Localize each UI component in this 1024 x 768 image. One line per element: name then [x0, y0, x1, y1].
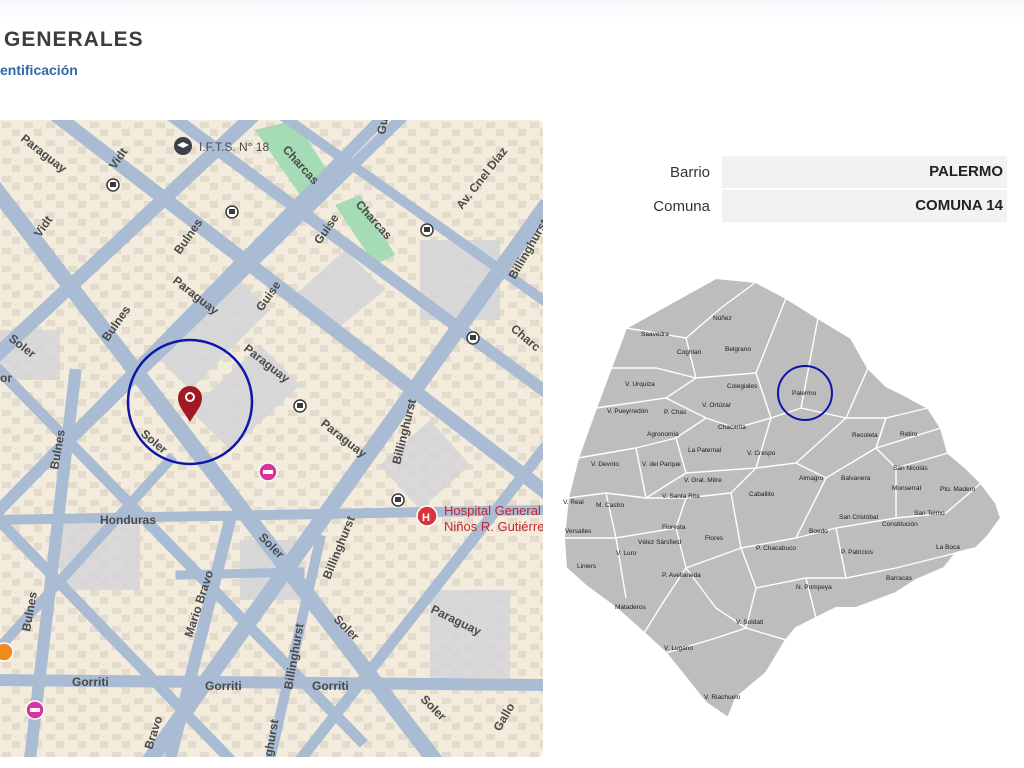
barrio-label: V. Urquiza [625, 381, 655, 388]
barrio-label: Balvanera [841, 475, 871, 482]
restaurant-poi[interactable] [0, 642, 14, 662]
barrio-label: V. Crespo [747, 450, 776, 457]
barrio-label: P. Chas [664, 409, 687, 416]
hotel-poi[interactable] [25, 700, 45, 720]
street-label: or [0, 371, 12, 385]
barrio-label: Chacarita [718, 424, 746, 431]
comuna-value: COMUNA 14 [722, 190, 1007, 222]
hospital-label: Niños R. Gutiérre [444, 519, 543, 534]
barrio-label: Recoleta [852, 432, 878, 439]
barrio-label: V. Luro [616, 550, 637, 557]
barrio-label: V. Real [563, 499, 584, 506]
svg-text:H: H [422, 512, 430, 524]
comunas-map[interactable]: Núñez Saavedra Coghlan Belgrano V. Urqui… [556, 268, 1012, 730]
barrio-label: V. Lugano [664, 645, 693, 652]
barrio-label: Constitución [882, 521, 918, 528]
barrio-label: Colegiales [727, 383, 758, 390]
barrio-label: P. Patricios [841, 549, 874, 556]
barrio-label: San Telmo [914, 510, 945, 517]
comuna-row: Comuna COMUNA 14 [640, 190, 1007, 224]
fork-knife-icon [0, 642, 14, 662]
barrio-label: Boedo [809, 528, 828, 535]
barrio-label: Belgrano [725, 346, 751, 353]
top-bar [0, 0, 1024, 22]
barrio-label: V. Soldati [736, 619, 763, 626]
barrio-label: Flores [705, 535, 724, 542]
hotel-poi[interactable] [258, 462, 278, 482]
barrio-label: V. Pueyrredón [607, 408, 648, 415]
barrio-label: Caballito [749, 491, 775, 498]
barrio-label: V. Devoto [591, 461, 619, 468]
barrio-label: Mataderos [615, 604, 646, 611]
street-label: Gorriti [312, 679, 349, 693]
barrio-label: Coghlan [677, 349, 702, 356]
barrio-label: Saavedra [641, 331, 669, 338]
section-title: GENERALES [4, 28, 144, 51]
barrio-value: PALERMO [722, 156, 1007, 188]
barrio-label: V. Ortúzar [702, 402, 732, 409]
barrio-label: P. Chacabuco [756, 545, 796, 552]
section-subtitle[interactable]: entificación [0, 62, 78, 78]
barrio-label: Floresta [662, 524, 686, 531]
street-label: Gu [374, 120, 391, 136]
barrio-label: Vélez Sársfield [638, 539, 682, 546]
barrio-row: Barrio PALERMO [640, 156, 1007, 190]
barrio-label: Barracas [886, 575, 913, 582]
location-info-panel: Barrio PALERMO Comuna COMUNA 14 [640, 156, 1007, 224]
institute-poi[interactable]: I.F.T.S. N° 18 [174, 137, 269, 155]
bus-stop-icon[interactable] [293, 399, 307, 413]
bus-stop-icon[interactable] [106, 178, 120, 192]
barrio-label: San Cristóbal [839, 514, 879, 521]
barrio-label: Monserrat [892, 485, 921, 492]
barrio-label: Retiro [900, 431, 918, 438]
barrio-label: P. Avellaneda [662, 572, 701, 579]
hospital-label: Hospital General [444, 503, 541, 518]
barrio-label: Palermo [792, 390, 817, 397]
barrio-label: V. del Parque [642, 461, 681, 468]
bus-stop-icon[interactable] [391, 493, 405, 507]
barrio-label: Almagro [799, 475, 824, 482]
barrio-label: M. Castro [596, 502, 625, 509]
barrio-label: La Boca [936, 544, 960, 551]
barrio-label: Núñez [713, 315, 732, 322]
barrio-label: Barrio [669, 164, 710, 181]
barrio-label: V. Santa Rita [662, 493, 700, 500]
street-map[interactable]: Paraguay Paraguay Paraguay Paraguay Para… [0, 120, 543, 757]
city-outline [562, 276, 1003, 720]
bus-stop-icon[interactable] [420, 223, 434, 237]
barrio-label: V. Riachuelo [704, 694, 741, 701]
barrio-label: La Paternal [688, 447, 722, 454]
bus-stop-icon[interactable] [466, 331, 480, 345]
bus-stop-icon[interactable] [225, 205, 239, 219]
barrio-label: San Nicolás [893, 465, 928, 472]
barrio-label: Agronomía [647, 431, 679, 438]
barrio-label: N. Pompeya [796, 584, 832, 591]
barrio-label: Liniers [577, 563, 597, 570]
street-label: Gorriti [72, 675, 109, 689]
institute-label: I.F.T.S. N° 18 [199, 140, 269, 154]
street-label: Gorriti [205, 679, 242, 693]
barrio-label: V. Gral. Mitre [684, 477, 722, 484]
barrio-label: Versalles [565, 528, 592, 535]
barrio-label: Pto. Madero [940, 486, 976, 493]
comuna-label: Comuna [653, 198, 710, 215]
street-label: Honduras [100, 513, 156, 527]
